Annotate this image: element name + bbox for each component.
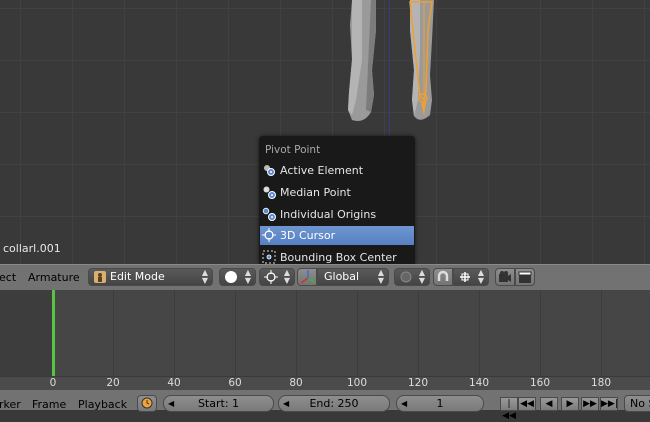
ruler-tick-label: 180 (590, 377, 612, 389)
sync-mode-label: No S (630, 397, 650, 410)
3d-view-header: ect Armature Edit Mode ▲ ▼ ▲ ▼ ▲ ▼ Global ▲… (0, 264, 650, 290)
grid-line (540, 290, 541, 376)
decrement-arrow-icon: ◀ (283, 399, 290, 408)
grid-line (418, 290, 419, 376)
frame-ruler[interactable]: 0 20 40 60 80 100 120 140 160 180 (0, 376, 650, 391)
frame-menu[interactable]: Frame (32, 398, 66, 411)
prev-keyframe-icon: ◀◀ (520, 399, 534, 409)
dropdown-arrows-icon: ▲ ▼ (477, 268, 484, 285)
magnet-icon (437, 270, 449, 281)
dropdown-arrows-icon: ▲ ▼ (377, 268, 384, 285)
jump-to-keyframe-forward-button[interactable]: ▶▶ (581, 397, 599, 411)
camera-render-icon (499, 271, 511, 282)
menu-item-3d-cursor[interactable]: 3D Cursor (260, 226, 414, 245)
mode-selector[interactable]: Edit Mode ▲ ▼ (88, 268, 213, 286)
dropdown-arrows-icon: ▲ ▼ (244, 268, 251, 285)
transform-orientation-selector[interactable]: Global ▲ ▼ (317, 268, 389, 286)
next-keyframe-icon: ▶▶ (583, 399, 597, 409)
grid-line (601, 290, 602, 376)
transform-manipulator-icon (300, 270, 316, 284)
playback-menu[interactable]: Playback (78, 398, 127, 411)
dropdown-arrows-icon: ▲ ▼ (201, 268, 208, 285)
individual-origins-icon (262, 207, 276, 221)
sync-mode-selector[interactable]: No S (624, 395, 650, 412)
ruler-tick-label: 140 (468, 377, 490, 389)
timeline-area[interactable] (0, 290, 650, 376)
active-element-icon (264, 165, 275, 176)
ruler-tick-label: 0 (49, 377, 57, 389)
opengl-animation-button[interactable] (515, 268, 535, 286)
ruler-tick-label: 60 (228, 377, 242, 389)
timeline-header: rker Frame Playback ◀ Start: 1 ◀ End: 25… (0, 390, 650, 421)
menu-item-label: Median Point (280, 186, 351, 199)
end-frame-field[interactable]: ◀ End: 250 (278, 395, 390, 412)
grid-line (174, 290, 175, 376)
select-menu[interactable]: ect (0, 271, 16, 284)
play-icon: ▶ (566, 399, 574, 409)
pivot-point-menu: Pivot Point Active Element Median Point … (259, 136, 415, 264)
ruler-tick-label: 80 (289, 377, 303, 389)
armature-menu[interactable]: Armature (28, 271, 80, 284)
start-frame-field[interactable]: ◀ Start: 1 (163, 395, 274, 412)
menu-item-median-point[interactable]: Median Point (260, 183, 414, 202)
solid-shading-icon (225, 271, 237, 283)
preview-range-toggle[interactable] (137, 395, 157, 412)
decrement-arrow-icon: ◀ (401, 399, 408, 408)
grid-line (235, 290, 236, 376)
3d-cursor-icon (264, 270, 278, 284)
proportional-editing-selector[interactable]: ▲ ▼ (394, 268, 430, 286)
jump-end-icon: ▶▶| (601, 399, 618, 409)
clock-icon (141, 397, 153, 409)
opengl-render-button[interactable] (495, 268, 515, 286)
jump-to-keyframe-back-button[interactable]: ◀◀ (518, 397, 536, 411)
orientation-label: Global (324, 270, 360, 283)
dropdown-arrows-icon: ▲ ▼ (283, 268, 290, 285)
menu-item-label: 3D Cursor (280, 229, 336, 242)
ruler-tick-label: 20 (106, 377, 120, 389)
decrement-arrow-icon: ◀ (168, 399, 175, 408)
ruler-tick-label: 100 (346, 377, 368, 389)
pivot-point-selector[interactable]: ▲ ▼ (259, 268, 295, 286)
play-reverse-icon: ◀ (545, 399, 553, 409)
object-name-label: collarl.001 (3, 242, 61, 255)
play-reverse-button[interactable]: ◀ (540, 397, 558, 411)
snap-increment-icon (460, 272, 470, 282)
manipulator-toggle[interactable] (297, 268, 317, 286)
armature-mode-icon (94, 271, 106, 283)
mode-label: Edit Mode (110, 270, 165, 283)
median-point-icon (263, 186, 276, 199)
menu-item-label: Individual Origins (280, 208, 377, 221)
grid-line (357, 290, 358, 376)
grid-line (296, 290, 297, 376)
ruler-tick-label: 160 (529, 377, 551, 389)
proportional-off-icon (400, 271, 412, 283)
jump-to-start-button[interactable]: |◀◀ (500, 397, 518, 421)
ruler-tick-label: 40 (167, 377, 181, 389)
play-button[interactable]: ▶ (561, 397, 579, 411)
jump-to-end-button[interactable]: ▶▶| (600, 397, 618, 411)
bounding-box-center-icon (262, 250, 276, 264)
jump-start-icon: |◀◀ (502, 399, 516, 421)
menu-item-active-element[interactable]: Active Element (260, 161, 414, 180)
snap-toggle[interactable] (433, 268, 453, 286)
timeline-before-start (0, 290, 53, 376)
3d-cursor-icon (262, 228, 276, 242)
viewport-shading-selector[interactable]: ▲ ▼ (219, 268, 256, 286)
menu-item-label: Active Element (280, 164, 364, 177)
clapperboard-icon (518, 271, 532, 283)
current-frame-value: 1 (436, 397, 444, 410)
current-frame-field[interactable]: ◀ 1 (396, 395, 484, 412)
menu-item-individual-origins[interactable]: Individual Origins (260, 205, 414, 224)
ruler-tick-label: 120 (407, 377, 429, 389)
marker-menu[interactable]: rker (0, 398, 21, 411)
start-frame-label: Start: 1 (197, 397, 240, 410)
current-frame-playhead[interactable] (52, 290, 55, 376)
snap-element-selector[interactable]: ▲ ▼ (453, 268, 489, 286)
grid-line (479, 290, 480, 376)
end-frame-label: End: 250 (309, 397, 359, 410)
dropdown-arrows-icon: ▲ ▼ (418, 268, 425, 285)
grid-line (113, 290, 114, 376)
menu-title: Pivot Point (265, 144, 321, 156)
